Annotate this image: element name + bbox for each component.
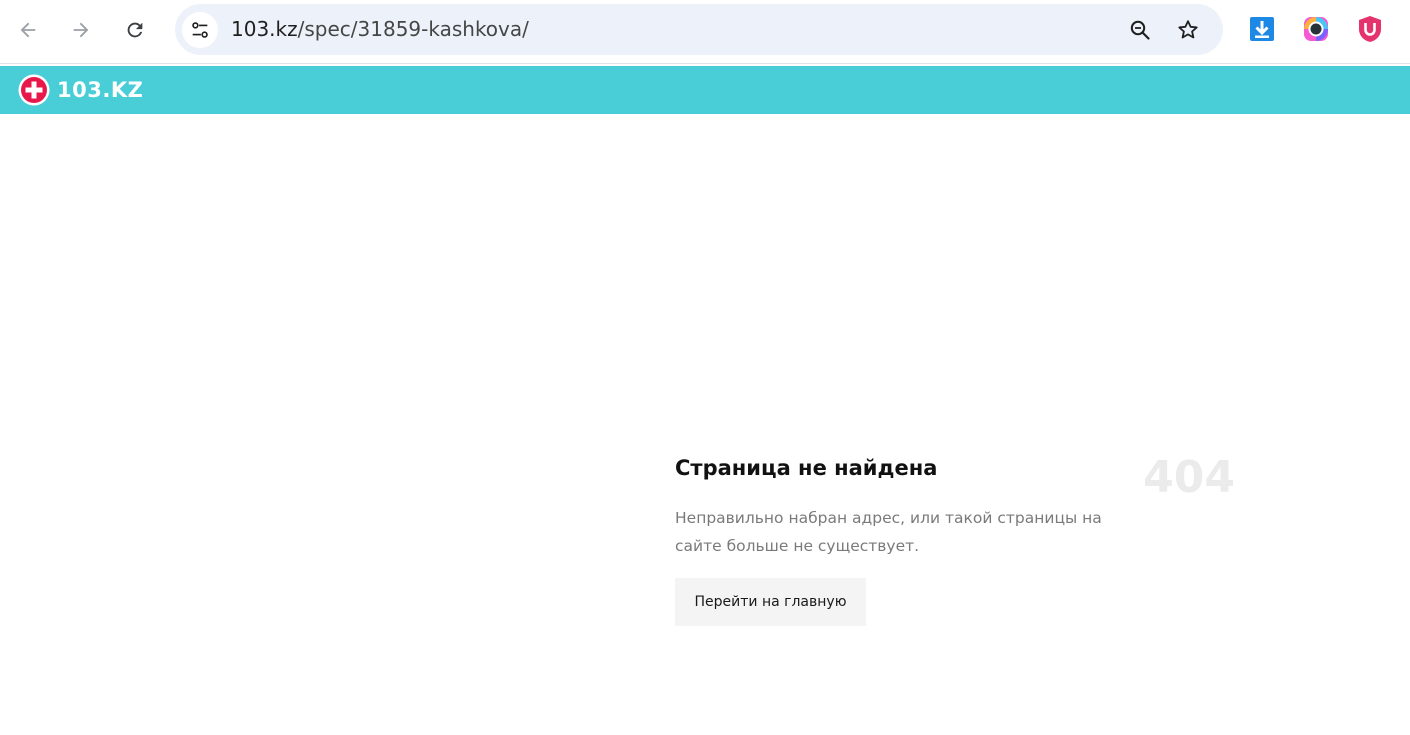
shield-u-extension-icon bbox=[1359, 16, 1381, 42]
site-info-button[interactable] bbox=[182, 12, 218, 48]
bookmark-button[interactable] bbox=[1174, 16, 1202, 44]
url-path: /spec/31859-kashkova/ bbox=[297, 17, 529, 41]
forward-button[interactable] bbox=[63, 12, 99, 48]
zoom-out-icon bbox=[1130, 20, 1150, 40]
reload-button[interactable] bbox=[117, 12, 153, 48]
shield-extension-button[interactable] bbox=[1355, 14, 1385, 44]
star-icon bbox=[1178, 20, 1198, 39]
arrow-right-icon bbox=[73, 22, 89, 38]
url-host: 103.kz bbox=[231, 17, 298, 41]
zoom-button[interactable] bbox=[1126, 16, 1154, 44]
url-text[interactable]: 103.kz/spec/31859-kashkova/ bbox=[231, 17, 529, 41]
go-home-button[interactable]: Перейти на главную bbox=[675, 578, 866, 626]
back-button[interactable] bbox=[10, 12, 46, 48]
error-message: Неправильно набран адрес, или такой стра… bbox=[675, 509, 1102, 555]
error-block: Страница не найдена 404 Неправильно набр… bbox=[675, 450, 1235, 626]
tune-icon bbox=[192, 22, 208, 38]
address-bar[interactable]: 103.kz/spec/31859-kashkova/ bbox=[175, 4, 1223, 55]
site-header: 103.KZ bbox=[0, 66, 1410, 114]
site-logo[interactable]: 103.KZ bbox=[18, 74, 143, 106]
medical-cross-logo-icon bbox=[18, 74, 50, 106]
reload-icon bbox=[127, 22, 143, 38]
download-extension-button[interactable] bbox=[1247, 14, 1277, 44]
color-picker-extension-icon bbox=[1304, 17, 1328, 41]
logo-text: 103.KZ bbox=[57, 78, 144, 102]
arrow-left-icon bbox=[20, 22, 36, 38]
error-code: 404 bbox=[1143, 452, 1235, 503]
browser-toolbar: 103.kz/spec/31859-kashkova/ bbox=[0, 0, 1410, 64]
color-picker-extension-button[interactable] bbox=[1301, 14, 1331, 44]
download-extension-icon bbox=[1250, 17, 1274, 41]
